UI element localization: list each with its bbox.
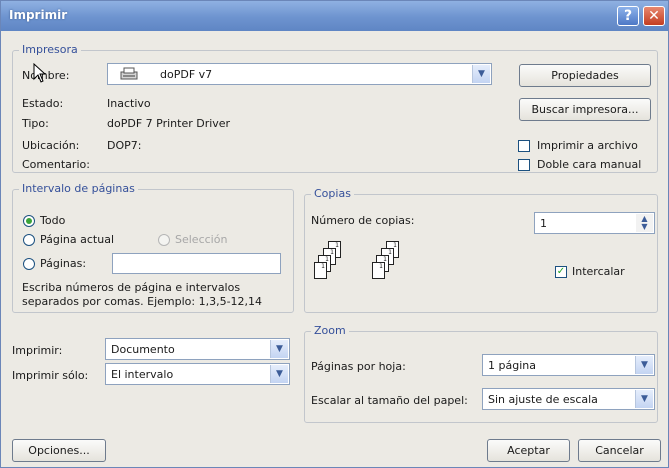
scale-value: Sin ajuste de escala [488, 393, 598, 406]
manual-duplex-label[interactable]: Doble cara manual [537, 158, 641, 171]
copies-legend: Copias [311, 187, 354, 200]
ok-button[interactable]: Aceptar [487, 439, 570, 462]
status-value: Inactivo [107, 97, 151, 110]
copies-count-label: Número de copias: [311, 214, 415, 227]
collate-label[interactable]: Intercalar [572, 265, 625, 278]
print-what-select[interactable]: Documento ▼ [105, 338, 290, 360]
scale-select[interactable]: Sin ajuste de escala ▼ [482, 388, 655, 410]
collation-uncollated-icon: 1 1 1 1 [314, 241, 356, 301]
pages-input[interactable] [112, 253, 281, 274]
range-current-label[interactable]: Página actual [40, 233, 114, 246]
range-selection-label: Selección [175, 233, 228, 246]
page-range-legend: Intervalo de páginas [19, 182, 138, 195]
chevron-down-icon[interactable]: ▼ [270, 365, 288, 383]
printer-icon [120, 67, 138, 81]
location-value: DOP7: [107, 139, 142, 152]
mouse-cursor-icon [33, 62, 47, 86]
title-bar[interactable]: Imprimir ? ✕ [1, 1, 668, 31]
scale-label: Escalar al tamaño del papel: [311, 394, 468, 407]
range-all-radio[interactable] [23, 215, 35, 227]
zoom-legend: Zoom [311, 324, 349, 337]
print-to-file-label[interactable]: Imprimir a archivo [537, 139, 638, 152]
range-pages-label[interactable]: Páginas: [40, 257, 86, 270]
range-help-line1: Escriba números de página e intervalos [22, 281, 241, 294]
help-button[interactable]: ? [617, 6, 639, 26]
print-dialog: Imprimir ? ✕ Impresora Nombre: doPDF v7 … [0, 0, 669, 468]
print-to-file-checkbox[interactable] [518, 140, 530, 152]
copies-spinner[interactable]: 1 ▲ ▼ [534, 212, 655, 234]
type-value: doPDF 7 Printer Driver [107, 117, 231, 130]
comment-label: Comentario: [22, 158, 90, 171]
range-help-line2: separados por comas. Ejemplo: 1,3,5-12,1… [22, 295, 263, 308]
print-only-label: Imprimir sólo: [12, 369, 89, 382]
collation-collated-icon: 1 1 1 1 [372, 241, 414, 301]
range-all-label[interactable]: Todo [40, 214, 65, 227]
chevron-down-icon[interactable]: ▼ [635, 356, 653, 374]
pages-per-sheet-value: 1 página [488, 359, 536, 372]
range-current-radio[interactable] [23, 234, 35, 246]
type-label: Tipo: [22, 117, 49, 130]
pages-per-sheet-label: Páginas por hoja: [311, 360, 406, 373]
status-label: Estado: [22, 97, 64, 110]
printer-name-value: doPDF v7 [160, 68, 213, 81]
print-only-value: El intervalo [111, 368, 174, 381]
collate-checkbox[interactable]: ✓ [555, 266, 567, 278]
cancel-button[interactable]: Cancelar [578, 439, 661, 462]
pages-per-sheet-select[interactable]: 1 página ▼ [482, 354, 655, 376]
printer-legend: Impresora [19, 43, 81, 56]
print-only-select[interactable]: El intervalo ▼ [105, 363, 290, 385]
range-pages-radio[interactable] [23, 258, 35, 270]
close-button[interactable]: ✕ [643, 6, 665, 26]
spinner-arrows-icon[interactable]: ▲ ▼ [636, 214, 653, 232]
options-button[interactable]: Opciones... [12, 439, 106, 462]
properties-button[interactable]: Propiedades [519, 64, 651, 87]
find-printer-button[interactable]: Buscar impresora... [519, 98, 651, 121]
print-what-value: Documento [111, 343, 175, 356]
printer-name-select[interactable]: doPDF v7 ▼ [107, 63, 492, 85]
chevron-down-icon[interactable]: ▼ [472, 65, 490, 83]
chevron-down-icon[interactable]: ▼ [270, 340, 288, 358]
window-title: Imprimir [9, 8, 68, 22]
copies-count-value: 1 [540, 217, 547, 230]
manual-duplex-checkbox[interactable] [518, 159, 530, 171]
location-label: Ubicación: [22, 139, 80, 152]
chevron-down-icon[interactable]: ▼ [635, 390, 653, 408]
print-what-label: Imprimir: [12, 344, 63, 357]
range-selection-radio [158, 234, 170, 246]
